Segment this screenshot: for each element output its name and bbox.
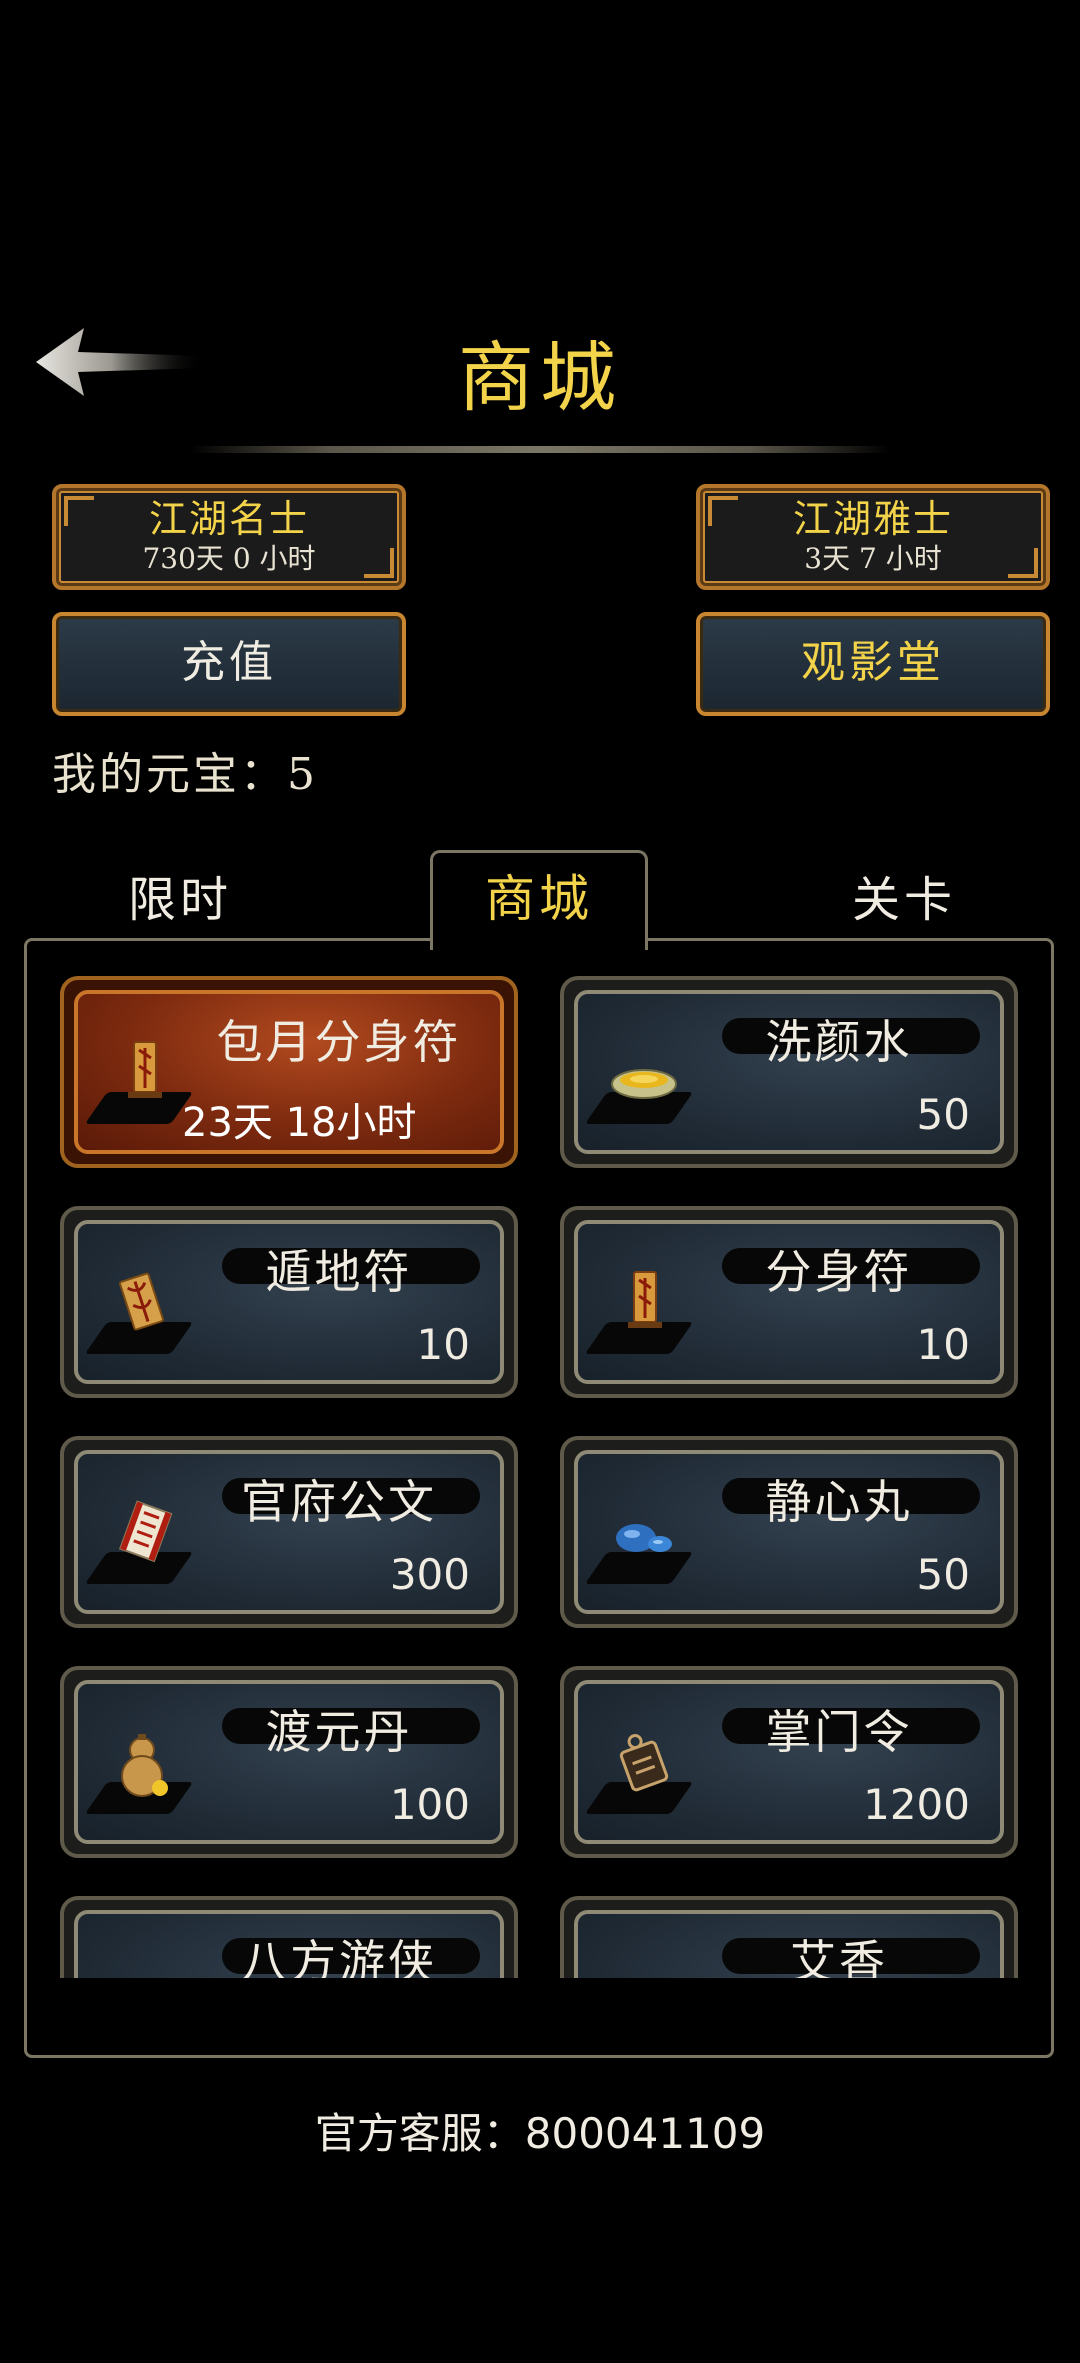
item-price: 10 — [916, 1320, 970, 1369]
ornament-corner — [708, 496, 738, 526]
token-icon — [619, 1734, 669, 1792]
item-name: 遁地符 — [265, 1245, 413, 1299]
item-price: 50 — [916, 1550, 970, 1599]
item-price: 1200 — [863, 1780, 970, 1829]
ornament-corner — [1008, 548, 1038, 578]
item-name: 艾香 — [790, 1935, 888, 1978]
vip-name: 江湖名士 — [148, 497, 309, 541]
customer-service: 官方客服：800041109 — [314, 2109, 766, 2158]
item-price: 10 — [416, 1320, 470, 1369]
item-card[interactable]: 静心丸 50 — [560, 1436, 1018, 1628]
vip-name: 江湖雅士 — [792, 497, 953, 541]
vip-time: 3天 7 小时 — [804, 542, 942, 575]
item-name: 包月分身符 — [216, 1015, 462, 1069]
ornament-corner — [364, 548, 394, 578]
pill-icon — [616, 1524, 672, 1552]
clone-talisman-icon — [628, 1271, 662, 1328]
item-name: 洗颜水 — [765, 1015, 913, 1069]
item-card[interactable]: 八方游侠 — [60, 1896, 518, 1978]
ornament-corner — [64, 496, 94, 526]
item-card[interactable]: 渡元丹 100 — [60, 1666, 518, 1858]
bowl-icon — [611, 1069, 677, 1099]
hero-icon — [106, 1956, 182, 1978]
item-card[interactable]: 分身符 10 — [560, 1206, 1018, 1398]
scroll-icon — [118, 1500, 173, 1563]
item-name: 分身符 — [765, 1245, 913, 1299]
vip-badge-yashi[interactable]: 江湖雅士 3天 7 小时 — [696, 484, 1050, 590]
item-card[interactable]: 艾香 — [560, 1896, 1018, 1978]
tab-shop[interactable]: 商城 — [430, 850, 648, 950]
vip-badge-mingshi[interactable]: 江湖名士 730天 0 小时 — [52, 484, 406, 590]
ingot-balance: 我的元宝：5 — [52, 749, 318, 800]
earth-talisman-icon — [119, 1272, 164, 1331]
item-card[interactable]: 洗颜水 50 — [560, 976, 1018, 1168]
item-card[interactable]: 包月分身符 23天 18小时 — [60, 976, 518, 1168]
item-grid[interactable]: 包月分身符 23天 18小时 洗颜水 50 遁地符 10 分身符 10 官府公文… — [50, 968, 1026, 1978]
gourd-icon — [121, 1734, 168, 1797]
item-card[interactable]: 掌门令 1200 — [560, 1666, 1018, 1858]
page-title: 商城 — [458, 333, 622, 422]
item-name: 静心丸 — [765, 1475, 913, 1529]
item-price: 300 — [389, 1550, 470, 1599]
item-timer: 23天 18小时 — [182, 1100, 417, 1146]
item-card[interactable]: 遁地符 10 — [60, 1206, 518, 1398]
item-name: 掌门令 — [765, 1705, 913, 1759]
item-price: 50 — [916, 1090, 970, 1139]
item-name: 官府公文 — [241, 1475, 437, 1529]
talisman-icon — [128, 1041, 162, 1098]
item-card[interactable]: 官府公文 300 — [60, 1436, 518, 1628]
item-name: 渡元丹 — [265, 1705, 413, 1759]
cinema-button[interactable]: 观影堂 — [696, 612, 1050, 716]
vip-time: 730天 0 小时 — [142, 542, 316, 575]
incense-icon — [606, 1956, 682, 1978]
recharge-button[interactable]: 充值 — [52, 612, 406, 716]
tab-limited[interactable]: 限时 — [128, 860, 232, 930]
item-price: 100 — [389, 1780, 470, 1829]
item-name: 八方游侠 — [241, 1935, 437, 1978]
tab-stage[interactable]: 关卡 — [852, 860, 956, 930]
title-divider — [190, 446, 890, 453]
